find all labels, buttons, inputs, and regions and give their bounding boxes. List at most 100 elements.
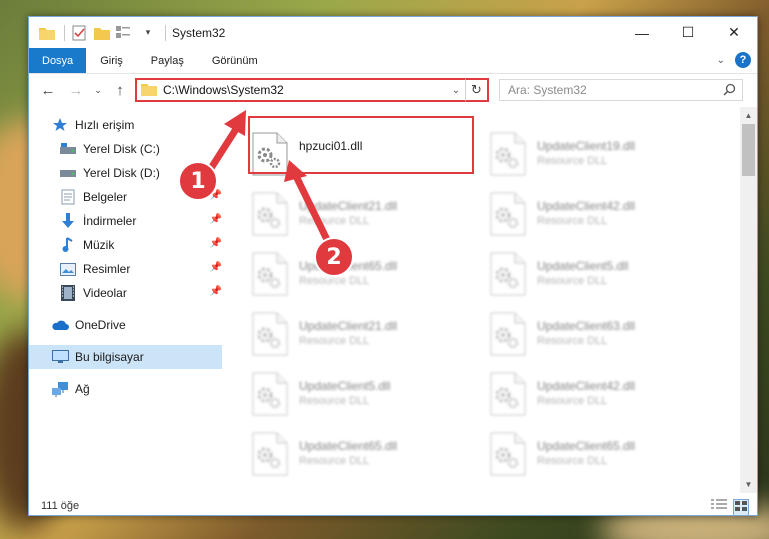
drive-icon [59,164,77,182]
sidebar-item-label: Müzik [83,238,115,252]
file-item[interactable]: UpdateClient5.dll Resource DLL [249,367,474,423]
dll-file-icon [249,431,291,477]
dll-file-icon [249,311,291,357]
sidebar-item-downloads[interactable]: İndirmeler 📌 [29,209,222,233]
file-item[interactable]: UpdateClient63.dll Resource DLL [487,307,712,363]
search-input[interactable]: Ara: System32 [499,79,743,101]
file-item[interactable]: UpdateClient65.dllResource DLL [487,427,712,483]
folder-icon[interactable] [37,23,57,43]
help-button[interactable]: ? [735,52,751,68]
file-type: Resource DLL [537,215,608,227]
tab-view[interactable]: Görünüm [198,48,272,73]
view-options-icon[interactable] [115,23,135,43]
file-name: UpdateClient42.dll [537,379,636,393]
file-type: Resource DLL [537,155,608,167]
dll-file-icon [487,191,529,237]
dll-file-icon [487,131,529,177]
sidebar-item-quick-access[interactable]: Hızlı erişim [29,113,222,137]
file-name: UpdateClient19.dll [537,139,636,153]
sidebar-item-music[interactable]: Müzik 📌 [29,233,222,257]
minimize-button[interactable]: — [619,17,665,48]
details-view-icon[interactable] [711,499,727,516]
downloads-icon [59,212,77,230]
sidebar-item-label: Yerel Disk (C:) [83,142,160,156]
back-button[interactable]: ← [37,79,59,101]
sidebar-item-network[interactable]: Ağ [29,377,222,401]
file-item[interactable]: UpdateClient21.dll Resource DLL [249,307,474,363]
tiles-view-icon[interactable] [733,499,749,516]
recent-locations-button[interactable]: ⌄ [87,79,109,101]
file-type: Resource DLL [299,455,370,467]
title-bar: ▾ System32 — ☐ ✕ [29,17,757,48]
sidebar-item-videos[interactable]: Videolar 📌 [29,281,222,305]
vertical-scrollbar[interactable]: ▲ ▼ [740,107,757,493]
tab-file[interactable]: Dosya [29,48,87,73]
file-item[interactable]: UpdateClient65.dllResource DLL [249,247,474,303]
forward-button[interactable]: → [65,79,87,101]
file-name: UpdateClient42.dll [537,199,636,213]
new-folder-icon[interactable] [92,23,112,43]
file-item[interactable]: UpdateClient21.dll Resource DLL [249,187,474,243]
properties-icon[interactable] [69,23,89,43]
expand-ribbon-icon[interactable]: ⌄ [717,55,725,66]
item-count: 111 öğe [41,500,80,512]
file-name: UpdateClient21.dll [299,319,398,333]
status-bar: 111 öğe [29,495,757,517]
pin-icon[interactable]: 📌 [210,214,222,225]
sidebar-item-label: Resimler [83,262,131,276]
file-type: Resource DLL [537,335,608,347]
dll-file-icon [487,311,529,357]
toolbar-separator [165,24,166,41]
ribbon-tabs: Dosya Giriş Paylaş Görünüm ⌄ ? [29,48,757,74]
file-name: UpdateClient65.dll [299,439,398,453]
drive-c-icon [59,140,77,158]
close-button[interactable]: ✕ [711,17,757,48]
address-path[interactable]: C:\Windows\System32 [163,83,447,97]
file-name: UpdateClient21.dll [299,199,398,213]
file-name: UpdateClient5.dll [537,259,629,273]
file-type: Resource DLL [537,455,608,467]
search-placeholder: Ara: System32 [508,83,587,97]
pin-icon[interactable]: 📌 [210,286,222,297]
file-item[interactable]: UpdateClient65.dll Resource DLL [249,427,474,483]
pin-icon[interactable]: 📌 [210,262,222,273]
sidebar-item-pictures[interactable]: Resimler 📌 [29,257,222,281]
file-item[interactable]: UpdateClient19.dll Resource DLL [487,127,712,183]
chevron-down-icon[interactable]: ⌄ [447,85,465,96]
dll-file-icon [249,191,291,237]
scrollbar-thumb[interactable] [742,124,755,176]
dll-file-icon [487,251,529,297]
star-icon [51,116,69,134]
sidebar-item-drive-c[interactable]: Yerel Disk (C:) [29,137,222,161]
cloud-icon [51,316,69,334]
file-item[interactable]: UpdateClient5.dll Resource DLL [487,247,712,303]
pin-icon[interactable]: 📌 [210,238,222,249]
navigation-bar: ← → ⌄ ↑ C:\Windows\System32 ⌄ ↻ Ara: Sys… [29,75,757,105]
scroll-down-icon[interactable]: ▼ [740,476,757,493]
sidebar-item-onedrive[interactable]: OneDrive [29,313,222,337]
file-item[interactable]: UpdateClient42.dll Resource DLL [487,187,712,243]
quick-access-toolbar: ▾ System32 [29,17,225,48]
file-type: Resource DLL [299,335,370,347]
up-button[interactable]: ↑ [109,79,131,101]
address-bar[interactable]: C:\Windows\System32 ⌄ [135,78,489,102]
callout-badge-2: 2 [314,237,354,277]
explorer-window: ▾ System32 — ☐ ✕ Dosya Giriş Paylaş Görü… [28,16,758,516]
refresh-button[interactable]: ↻ [465,78,489,102]
window-controls: — ☐ ✕ [619,17,757,48]
file-type: Resource DLL [299,395,370,407]
file-type: Resource DLL [537,395,608,407]
sidebar-item-label: Yerel Disk (D:) [83,166,160,180]
tab-home[interactable]: Giriş [86,48,137,73]
sidebar-item-this-pc[interactable]: Bu bilgisayar [29,345,222,369]
sidebar-item-label: Belgeler [83,190,128,204]
tab-share[interactable]: Paylaş [137,48,198,73]
file-item[interactable]: UpdateClient42.dll Resource DLL [487,367,712,423]
scroll-up-icon[interactable]: ▲ [740,107,757,124]
maximize-button[interactable]: ☐ [665,17,711,48]
callout-badge-1: 1 [178,161,218,201]
customize-toolbar-icon[interactable]: ▾ [138,23,158,43]
